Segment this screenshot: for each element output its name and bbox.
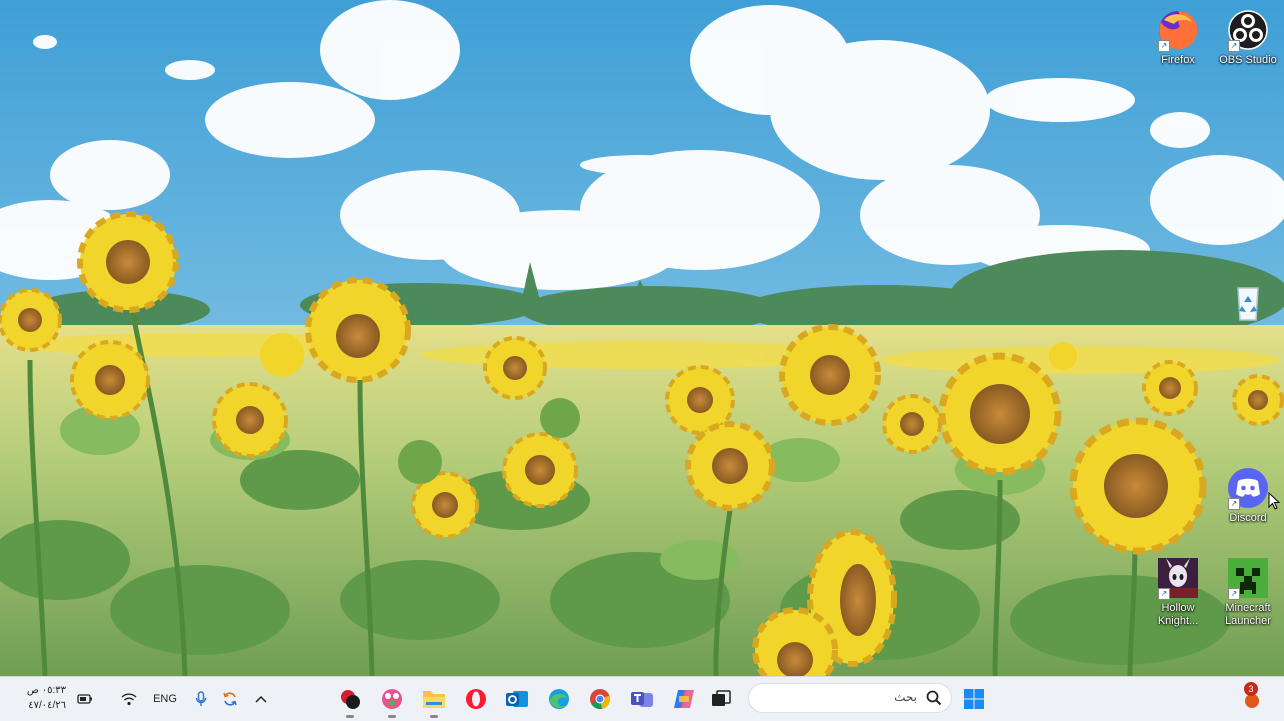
file-explorer-icon[interactable] [418, 683, 450, 718]
notification-button[interactable]: 3 [1236, 682, 1268, 715]
clock[interactable]: ٠٥:٣٣ ص ٤٧/٠٤/٢٦ [14, 683, 66, 713]
battery-icon[interactable] [76, 689, 94, 709]
task-view-icon[interactable] [705, 683, 737, 715]
desktop-icon-firefox[interactable]: ↗ Firefox [1148, 8, 1208, 67]
chrome-icon[interactable] [584, 683, 616, 715]
sunflower-wallpaper [0, 0, 1284, 676]
desktop-icon-label: Discord [1229, 512, 1267, 524]
desktop-icon-obs-studio[interactable]: ↗ OBS Studio [1218, 8, 1278, 67]
desktop-icon-label: Firefox [1161, 54, 1195, 66]
sync-icon[interactable] [220, 689, 240, 709]
clock-time: ٠٥:٣٣ ص [26, 685, 66, 696]
start-button[interactable] [958, 683, 990, 715]
desktop-icon-recycle-bin[interactable] [1218, 280, 1278, 326]
search-box[interactable]: بحث [748, 683, 952, 713]
wifi-icon[interactable] [120, 689, 138, 709]
mouse-cursor-icon [1268, 492, 1280, 510]
running-indicator [388, 715, 396, 718]
desktop-icon-minecraft-launcher[interactable]: ↗ Minecraft Launcher [1218, 556, 1278, 628]
running-indicator [346, 715, 354, 718]
edge-icon[interactable] [543, 683, 575, 715]
teams-icon[interactable] [626, 683, 658, 715]
taskbar: ٠٥:٣٣ ص ٤٧/٠٤/٢٦ ENG 3 [0, 676, 1284, 721]
discord-icon: ↗ [1226, 466, 1270, 510]
obs-studio-icon: ↗ [1226, 8, 1270, 52]
desktop: ↗ Firefox ↗ OBS Studio ↗ Discord ↗ Hollo… [0, 0, 1284, 676]
desktop-icon-label: OBS Studio [1219, 54, 1277, 66]
minecraft-launcher-icon: ↗ [1226, 556, 1270, 600]
microphone-icon[interactable] [192, 689, 210, 709]
app-icon-1[interactable] [334, 683, 366, 718]
desktop-icon-label: Minecraft Launcher [1225, 602, 1271, 627]
outlook-icon[interactable] [501, 683, 533, 715]
opera-icon[interactable] [460, 683, 492, 715]
search-placeholder: بحث [894, 690, 917, 704]
desktop-icon-label: Hollow Knight... [1157, 602, 1199, 627]
search-icon [926, 690, 942, 706]
running-indicator [430, 715, 438, 718]
copilot-icon[interactable] [668, 683, 700, 715]
clock-date: ٤٧/٠٤/٢٦ [28, 700, 66, 711]
language-indicator[interactable]: ENG [150, 689, 180, 709]
desktop-icon-hollow-knight[interactable]: ↗ Hollow Knight... [1148, 556, 1208, 628]
hollow-knight-icon: ↗ [1156, 556, 1200, 600]
windows-logo-icon [964, 689, 984, 709]
notification-badge: 3 [1244, 682, 1258, 696]
firefox-icon: ↗ [1156, 8, 1200, 52]
chevron-up-icon[interactable] [252, 689, 270, 709]
app-icon-2[interactable] [376, 683, 408, 718]
recycle-bin-icon [1226, 280, 1270, 324]
